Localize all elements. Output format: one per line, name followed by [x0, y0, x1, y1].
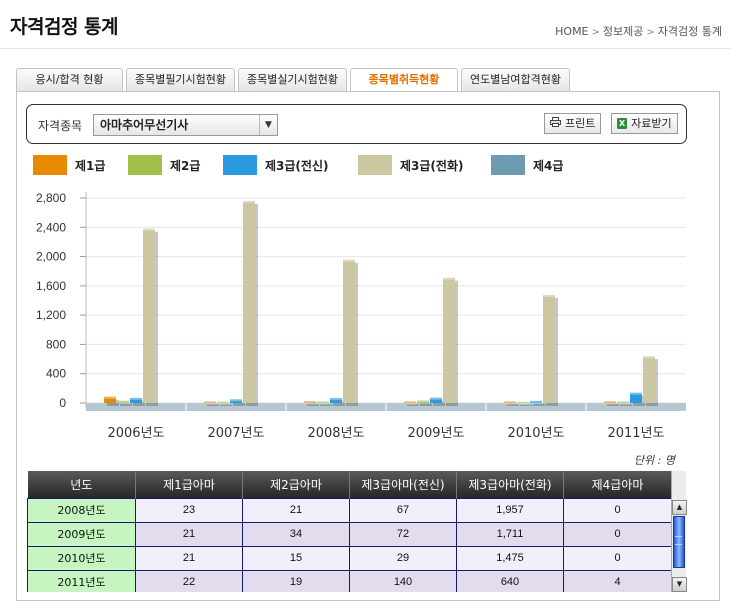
- column-header: 제4급아마: [563, 471, 672, 498]
- table-cell: 34: [242, 521, 350, 547]
- table-cell: 0: [563, 521, 672, 547]
- table-cell: 2011년도: [27, 569, 136, 592]
- scroll-up-icon[interactable]: ▲: [672, 500, 687, 515]
- bar-shadow: [533, 403, 545, 406]
- column-header: 년도: [27, 471, 136, 498]
- bar-highlight: [104, 396, 116, 399]
- bar-shadow: [307, 404, 319, 406]
- scroll-down-icon[interactable]: ▼: [672, 577, 687, 592]
- bar-highlight: [143, 228, 155, 231]
- bar-highlight: [117, 400, 129, 403]
- bar-highlight: [243, 200, 255, 203]
- x-tick-label: 2008년도: [307, 426, 364, 441]
- bar-highlight: [317, 401, 329, 404]
- bar-highlight: [304, 401, 316, 404]
- table-cell: 21: [135, 545, 243, 571]
- column-header: 제1급아마: [135, 471, 243, 498]
- column-header: 제2급아마: [242, 471, 350, 498]
- bar-highlight: [404, 401, 416, 404]
- bar-highlight: [643, 356, 655, 359]
- data-table: 년도 제1급아마 제2급아마 제3급아마(전신) 제3급아마(전화) 제4급아마…: [27, 471, 686, 592]
- table-cell: 29: [349, 545, 457, 571]
- x-tick-label: 2011년도: [607, 426, 664, 441]
- y-tick-label: 400: [46, 367, 66, 381]
- column-header: 제3급아마(전신): [349, 471, 457, 498]
- bar: [443, 277, 455, 403]
- bar-shadow: [607, 404, 619, 406]
- bar-highlight: [604, 401, 616, 404]
- y-tick-label: 1,600: [36, 279, 66, 293]
- scroll-grip-icon: [675, 536, 682, 545]
- bar-shadow: [320, 404, 332, 406]
- bar-shadow: [507, 404, 519, 406]
- x-tick-label: 2010년도: [507, 426, 564, 441]
- bar: [143, 228, 155, 403]
- table-cell: 1,957: [456, 497, 564, 523]
- table-cell: 640: [456, 569, 564, 592]
- table-cell: 23: [135, 497, 243, 523]
- bar-shadow: [207, 404, 219, 406]
- table-cell: 2009년도: [27, 521, 136, 547]
- table-cell: 0: [563, 497, 672, 523]
- table-row[interactable]: 2011년도 22 19 140 640 4: [27, 569, 672, 592]
- bar-shadow: [120, 403, 132, 406]
- x-tick-label: 2007년도: [207, 426, 264, 441]
- table-cell: 2008년도: [27, 497, 136, 523]
- column-header: 제3급아마(전화): [456, 471, 564, 498]
- y-tick-label: 2,800: [36, 191, 66, 205]
- bar-highlight: [417, 400, 429, 403]
- y-tick-label: 2,000: [36, 250, 66, 264]
- bar-shadow: [407, 404, 419, 406]
- y-tick-label: 800: [46, 337, 66, 351]
- y-tick-label: 0: [59, 396, 66, 410]
- x-tick-label: 2009년도: [407, 426, 464, 441]
- bar-highlight: [630, 392, 642, 395]
- table-cell: 67: [349, 497, 457, 523]
- table-cell: 2010년도: [27, 545, 136, 571]
- table-cell: 72: [349, 521, 457, 547]
- bar-highlight: [204, 401, 216, 404]
- bar-highlight: [504, 401, 516, 404]
- bar: [243, 200, 255, 403]
- table-cell: 19: [242, 569, 350, 592]
- bar-shadow: [220, 404, 232, 406]
- table-cell: 15: [242, 545, 350, 571]
- table-cell: 21: [135, 521, 243, 547]
- table-row[interactable]: 2010년도 21 15 29 1,475 0: [27, 545, 672, 571]
- bar-highlight: [543, 295, 555, 298]
- table-cell: 4: [563, 569, 672, 592]
- bar-shadow: [520, 404, 532, 406]
- bar-highlight: [443, 277, 455, 280]
- acquisition-bar-chart: 0 400 800 1,200 1,600 2,000 2,400 2,800 2006년도 20…: [36, 191, 686, 441]
- bar-highlight: [130, 397, 142, 400]
- table-row[interactable]: 2008년도 23 21 67 1,957 0: [27, 497, 672, 523]
- y-tick-label: 1,200: [36, 308, 66, 322]
- bar-highlight: [217, 401, 229, 404]
- bar-highlight: [530, 400, 542, 403]
- table-cell: 1,711: [456, 521, 564, 547]
- table-scrollbar[interactable]: ▲ ▼: [671, 471, 687, 592]
- bar-highlight: [517, 401, 529, 404]
- table-cell: 140: [349, 569, 457, 592]
- bar-shadow: [420, 403, 432, 406]
- table-row[interactable]: 2009년도 21 34 72 1,711 0: [27, 521, 672, 547]
- table-cell: 0: [563, 545, 672, 571]
- bar-highlight: [430, 397, 442, 400]
- table-header-row: 년도 제1급아마 제2급아마 제3급아마(전신) 제3급아마(전화) 제4급아마: [27, 471, 672, 498]
- bar-highlight: [617, 401, 629, 404]
- bar-highlight: [330, 398, 342, 401]
- bar-highlight: [230, 399, 242, 402]
- table-cell: 1,475: [456, 545, 564, 571]
- y-tick-label: 2,400: [36, 220, 66, 234]
- table-cell: 22: [135, 569, 243, 592]
- bar-highlight: [343, 259, 355, 262]
- table-cell: 21: [242, 497, 350, 523]
- bar: [643, 356, 655, 403]
- bar: [543, 295, 555, 403]
- bar-shadow: [620, 404, 632, 406]
- unit-label: 단위 : 명: [633, 454, 675, 467]
- bar: [343, 259, 355, 403]
- x-tick-label: 2006년도: [107, 426, 164, 441]
